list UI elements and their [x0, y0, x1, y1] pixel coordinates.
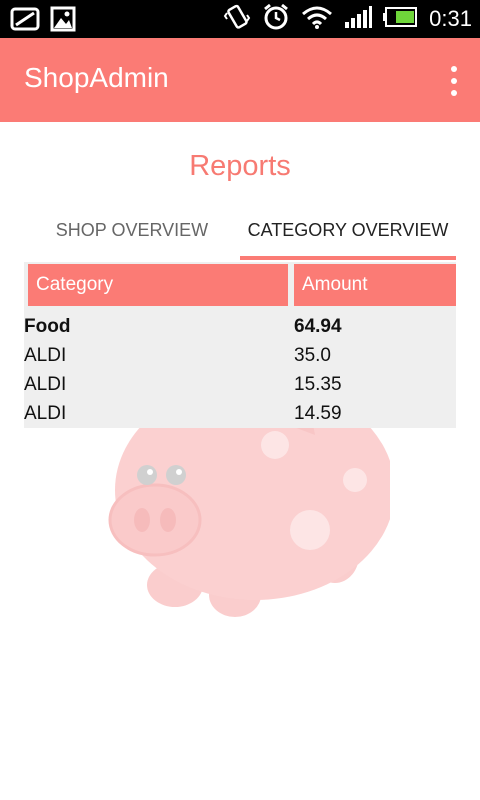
category-cell: ALDI [24, 345, 67, 366]
tab-category-overview[interactable]: CATEGORY OVERVIEW [240, 200, 456, 260]
amount-cell: 15.35 [294, 374, 342, 395]
category-table: Category Amount Food 64.94 ALDI 35.0 ALD… [24, 262, 456, 428]
alarm-icon [261, 2, 291, 36]
table-row: ALDI 14.59 [24, 403, 456, 432]
signal-icon [343, 4, 373, 34]
tab-shop-overview[interactable]: SHOP OVERVIEW [24, 200, 240, 260]
battery-icon [383, 6, 419, 32]
category-cell: ALDI [24, 403, 67, 424]
page-title: Reports [189, 150, 291, 182]
clock-time: 0:31 [429, 6, 472, 31]
amount-cell: 35.0 [294, 345, 331, 366]
overflow-menu-icon[interactable] [448, 66, 460, 96]
amount-cell: 64.94 [294, 316, 342, 337]
image-icon [50, 6, 76, 36]
category-cell: Food [24, 316, 71, 337]
column-header-amount: Amount [294, 264, 456, 306]
tab-bar: SHOP OVERVIEW CATEGORY OVERVIEW [24, 200, 456, 260]
table-row: Food 64.94 [24, 316, 456, 345]
wifi-icon [301, 4, 333, 34]
status-bar: 0:31 [0, 0, 480, 38]
app-bar: ShopAdmin [0, 38, 480, 122]
column-header-category: Category [28, 264, 288, 306]
vibrate-icon [223, 3, 251, 35]
table-header: Category Amount [24, 262, 456, 308]
table-row: ALDI 35.0 [24, 345, 456, 374]
amount-cell: 14.59 [294, 403, 342, 424]
screen-icon [10, 6, 40, 36]
category-cell: ALDI [24, 374, 67, 395]
selected-tab-indicator [240, 256, 456, 260]
table-row: ALDI 15.35 [24, 374, 456, 403]
app-title: ShopAdmin [24, 62, 169, 93]
